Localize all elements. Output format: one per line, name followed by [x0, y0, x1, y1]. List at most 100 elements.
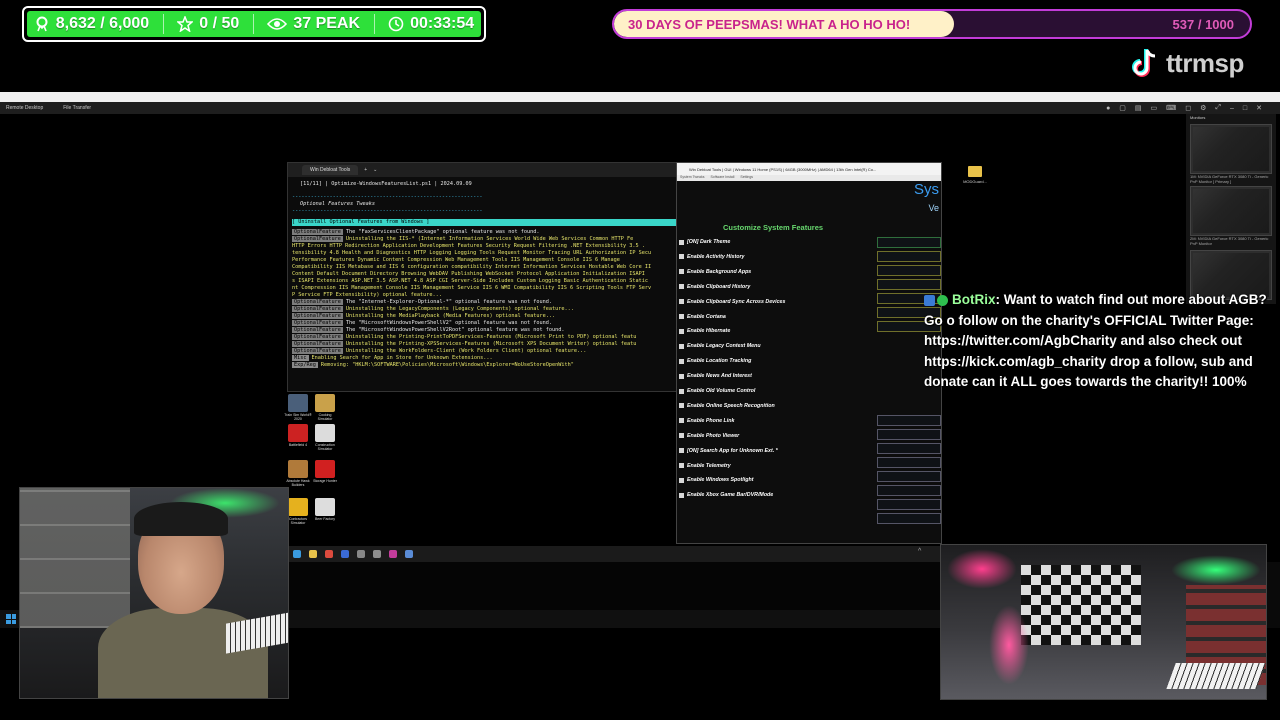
checkbox-icon[interactable] [679, 269, 684, 275]
settings-icon[interactable]: ⚙ [1200, 104, 1206, 112]
checkbox-icon[interactable] [679, 328, 684, 334]
bot-badge-icon [924, 294, 935, 306]
option-value-box[interactable] [877, 429, 941, 440]
tab-dropdown-icon[interactable]: ⌄ [373, 167, 377, 173]
monitor-2-preview[interactable] [1190, 186, 1272, 236]
terminal-line-tag: OptionalFeature [292, 341, 343, 347]
checkbox-icon[interactable] [679, 314, 684, 319]
option-value-box[interactable] [877, 251, 941, 262]
tab-system-tweaks[interactable]: System Tweaks [680, 175, 704, 181]
tab-settings[interactable]: Settings [740, 175, 753, 181]
remote-desktop-tab[interactable]: Remote Desktop [6, 105, 43, 111]
chat-username: BotRix [952, 292, 996, 307]
checkbox-icon[interactable] [679, 403, 684, 409]
option-value-box[interactable] [877, 471, 941, 482]
desktop-shortcut[interactable]: Train Sim World® 2020 [284, 394, 312, 421]
desktop-shortcut[interactable]: Storage Hunter [311, 460, 339, 483]
feature-option[interactable]: Enable Xbox Game Bar/DVR/Mode [679, 492, 773, 498]
expand-icon[interactable]: ⤢ [1215, 104, 1221, 112]
feature-option[interactable]: Enable Telemetry [679, 463, 731, 469]
win-debloat-gui-window[interactable]: Win Debloat Tools | GUI | Windows 11 Hom… [676, 162, 942, 544]
monitor-1-preview[interactable] [1190, 124, 1272, 174]
feature-option[interactable]: Enable Old Volume Control [679, 388, 755, 394]
terminal-line-text: The "Internet-Explorer-Optional-*" optio… [345, 299, 552, 305]
feature-option[interactable]: Enable Clipboard History [679, 284, 750, 290]
feature-option-label: Enable Clipboard History [687, 283, 751, 290]
settings-icon[interactable] [373, 550, 381, 558]
option-value-box[interactable] [877, 499, 941, 510]
checkbox-icon[interactable] [679, 448, 684, 454]
gui-title: Win Debloat Tools | GUI | Windows 11 Hom… [689, 166, 877, 172]
feature-option[interactable]: Enable Background Apps [679, 269, 751, 275]
checkbox-icon[interactable] [679, 254, 684, 260]
checkbox-icon[interactable] [679, 388, 684, 394]
desktop-shortcut[interactable]: Beer Factory [311, 498, 339, 521]
feature-option[interactable]: Enable Cortana [679, 314, 726, 320]
desktop-shortcut[interactable]: Construction Simulator [311, 424, 339, 451]
checkbox-icon[interactable] [679, 463, 684, 468]
feature-option[interactable]: Enable Photo Viewer [679, 433, 739, 439]
file-explorer-icon[interactable] [309, 550, 317, 558]
checkbox-icon[interactable] [679, 477, 684, 483]
option-value-box[interactable] [877, 513, 941, 524]
checkbox-icon[interactable] [679, 358, 684, 364]
terminal-line-text: Uninstalling the MediaPlayback (Media Fe… [345, 313, 556, 319]
checkbox-icon[interactable] [679, 284, 684, 290]
keyboard-icon[interactable]: ⌨ [1166, 104, 1176, 112]
option-value-box[interactable] [877, 415, 941, 426]
media-icon[interactable] [405, 550, 413, 558]
feature-option[interactable]: [ON] Search App for Unknown Ext. * [679, 448, 778, 454]
tool-icon[interactable] [357, 550, 365, 558]
new-tab-icon[interactable]: + [364, 167, 367, 173]
desktop-folder[interactable]: MODGuard... [962, 166, 988, 184]
taskbar-chevron-icon[interactable]: ^ [918, 548, 921, 555]
screen-icon[interactable]: ▭ [1151, 104, 1158, 112]
record-icon[interactable]: ● [1106, 105, 1110, 112]
feature-option[interactable]: Enable Windows Spotlight [679, 477, 753, 483]
option-value-box[interactable] [877, 279, 941, 290]
feature-option[interactable]: [ON] Dark Theme [679, 239, 730, 245]
feature-option[interactable]: Enable Phone Link [679, 418, 734, 424]
chrome-icon[interactable] [325, 550, 333, 558]
checkbox-icon[interactable] [679, 373, 684, 379]
close-icon[interactable]: ✕ [1256, 104, 1262, 112]
terminal-icon[interactable] [341, 550, 349, 558]
option-value-box[interactable] [877, 237, 941, 248]
feature-option[interactable]: Enable Activity History [679, 254, 745, 260]
feature-option[interactable]: Enable Hibernate [679, 328, 730, 334]
maximize-icon[interactable]: □ [1243, 105, 1247, 112]
terminal-line-tag: Exp/Reg [292, 362, 318, 368]
option-value-box[interactable] [877, 485, 941, 496]
minimize-icon[interactable]: – [1230, 105, 1234, 112]
terminal-line-text: nt Compression IIS Management Console II… [292, 285, 652, 291]
option-value-box[interactable] [877, 443, 941, 454]
option-value-box[interactable] [877, 457, 941, 468]
app-icon[interactable] [389, 550, 397, 558]
desktop-shortcut[interactable]: Battlefield 4 [284, 424, 312, 447]
desktop-shortcut[interactable]: Cooking Simulator [311, 394, 339, 421]
clipboard-icon[interactable]: ▤ [1135, 104, 1142, 112]
screenshot-icon[interactable]: ▢ [1119, 104, 1126, 112]
game-shortcut-icon [288, 394, 308, 412]
option-value-box[interactable] [877, 265, 941, 276]
checkbox-icon[interactable] [679, 418, 684, 424]
chat-icon[interactable]: ◻ [1185, 104, 1191, 112]
terminal-line: nt Compression IIS Management Console II… [288, 285, 676, 292]
checkbox-icon[interactable] [679, 299, 684, 305]
feature-option[interactable]: Enable Location Tracking [679, 358, 751, 364]
checkbox-icon[interactable] [679, 239, 684, 245]
file-transfer-tab[interactable]: File Transfer [63, 105, 91, 111]
feature-option[interactable]: Enable Online Speech Recognition [679, 403, 775, 409]
checkbox-icon[interactable] [679, 492, 684, 498]
windows-start-icon[interactable] [6, 614, 16, 624]
feature-option[interactable]: Enable News And Interest [679, 373, 752, 379]
checkbox-icon[interactable] [679, 433, 684, 439]
terminal-tab[interactable]: Win Debloat Tools [302, 165, 359, 175]
checkbox-icon[interactable] [679, 343, 684, 349]
feature-option[interactable]: Enable Clipboard Sync Across Devices [679, 299, 785, 305]
desktop-shortcut[interactable]: Absolute Hawk Builders [284, 460, 312, 487]
terminal-window[interactable]: Win Debloat Tools + ⌄ [11/11] | Optimize… [287, 162, 677, 392]
windows-icon[interactable] [293, 550, 301, 558]
tab-software-install[interactable]: Software Install [710, 175, 734, 181]
feature-option[interactable]: Enable Legacy Context Menu [679, 343, 761, 349]
